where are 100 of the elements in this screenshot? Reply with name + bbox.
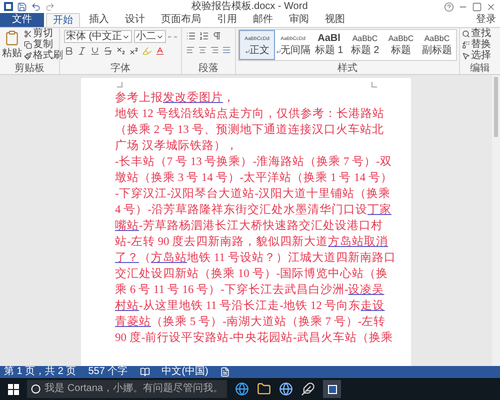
copy-icon — [24, 40, 32, 48]
proofing-icon[interactable] — [140, 367, 150, 377]
ribbon-tab[interactable]: 视图 — [318, 13, 352, 27]
globe-icon[interactable] — [279, 382, 293, 396]
bold-icon[interactable] — [64, 46, 74, 56]
strikethrough-icon[interactable] — [103, 46, 113, 56]
page-count[interactable]: 第 1 页，共 2 页 — [4, 367, 76, 377]
search-icon — [462, 30, 470, 38]
macro-icon[interactable] — [220, 367, 230, 377]
folder-icon[interactable] — [257, 382, 271, 396]
align-right-icon[interactable] — [210, 45, 219, 55]
link[interactable]: 走设 — [360, 300, 385, 312]
clipboard-button[interactable]: 复制 — [24, 39, 63, 50]
group-label: 段落 — [198, 64, 218, 74]
document-line: -长丰站（7 号 13 号换乘）-淮海路站（换乘 7 号）-双 — [115, 154, 392, 170]
window-title: 校验报告模板.docx - Word — [191, 2, 308, 12]
maximize-icon[interactable] — [472, 2, 482, 12]
superscript-icon[interactable] — [129, 46, 139, 56]
language-indicator[interactable]: 中文(中国) — [162, 367, 208, 377]
document-line: 站-左转 90 度去四新南路，貌似四新大道方岛站取消 — [115, 234, 388, 250]
align-center-icon[interactable] — [198, 45, 207, 55]
paste-button[interactable]: 粘贴 — [2, 28, 22, 61]
subscript-icon[interactable] — [116, 46, 126, 56]
cursor-icon — [462, 52, 470, 60]
underline-icon[interactable] — [90, 46, 100, 56]
sign-in-link[interactable]: 登录 — [476, 15, 500, 25]
document-line: 交汇处设四新站（换乘 10 号）-国际博览中心站（换 — [115, 266, 388, 282]
ribbon-tab[interactable]: 插入 — [82, 13, 116, 27]
justify-icon[interactable] — [222, 45, 231, 55]
paragraph-mark-icon — [276, 48, 280, 54]
document-line: （换乘 2 号 13 号、预测地下通道连接汉口火车站北 — [115, 122, 384, 138]
replace-icon — [462, 40, 470, 48]
ribbon-tab[interactable]: 邮件 — [246, 13, 280, 27]
align-left-icon[interactable] — [186, 45, 195, 55]
editing-button[interactable]: 查找 — [462, 28, 498, 39]
file-tab[interactable]: 文件 — [0, 13, 44, 27]
paragraph-mark-icon — [244, 48, 250, 54]
italic-icon[interactable] — [77, 46, 87, 56]
close-icon[interactable] — [486, 2, 496, 12]
ribbon-tab[interactable]: 引用 — [210, 13, 244, 27]
link[interactable]: 了？ — [115, 252, 139, 264]
word-taskbar-icon[interactable] — [323, 380, 341, 398]
crop-mark-icon — [371, 82, 377, 88]
link[interactable]: 方岛站 — [151, 252, 187, 264]
editing-button[interactable]: 替换 — [462, 39, 498, 50]
paintbrush-icon — [24, 52, 32, 60]
numbered-list-icon[interactable] — [199, 31, 209, 41]
document-line: 村站-从这里地铁 11 号沿长江走-地铁 12 号向东走设 — [115, 298, 385, 314]
link[interactable]: 方岛站取消 — [328, 236, 388, 248]
document-line: 参考上报发改委图片， — [115, 90, 235, 106]
ribbon-tab[interactable]: 审阅 — [282, 13, 316, 27]
document-line: 乘 6 号 11 号 16 号）-下穿长江去武昌白沙洲-设凌吴 — [115, 282, 384, 298]
document-line: 90 度-前行设平安路站-中央花园站-武昌火车站（换乘 — [115, 330, 393, 346]
font-name-field[interactable]: 宋体 (中文正 — [64, 30, 132, 43]
ribbon-tab[interactable]: 页面布局 — [154, 13, 208, 27]
pilcrow-icon[interactable] — [212, 31, 222, 41]
document-line: 广场 汉孝城际铁路）， — [115, 138, 238, 154]
font-color-icon[interactable] — [155, 46, 165, 56]
save-icon[interactable] — [17, 2, 27, 12]
document-line: -下穿汉江-汉阳琴台大道站-汉阳大道十里铺站（换乘 — [115, 186, 390, 202]
feather-icon[interactable] — [301, 382, 315, 396]
redo-icon[interactable] — [45, 2, 55, 12]
scissors-icon — [24, 30, 32, 38]
group-label: 剪贴板 — [14, 64, 44, 74]
link[interactable]: 发改委图片 — [163, 92, 223, 104]
link[interactable]: 村站 — [115, 300, 139, 312]
ribbon-tab[interactable]: 开始 — [46, 13, 80, 27]
cortana-search-field[interactable]: 我是 Cortana，小娜。有问题尽管问我。 — [27, 380, 227, 398]
ribbon-tab[interactable]: 设计 — [118, 13, 152, 27]
link[interactable]: 青菱站 — [115, 316, 151, 328]
style-item[interactable]: AaBbC 副标题 — [419, 30, 455, 60]
clipboard-button[interactable]: 剪切 — [24, 28, 63, 39]
style-item[interactable]: AaBl 标题 1 — [311, 30, 347, 60]
help-icon[interactable] — [444, 2, 454, 12]
undo-icon[interactable] — [31, 2, 41, 12]
link[interactable]: 嘴站 — [115, 220, 139, 232]
crop-mark-icon — [117, 82, 123, 88]
font-size-field[interactable]: 小二 — [134, 30, 166, 43]
document-line: 地铁 12 号线沿线站点走方向，仅供参考：长港路站 — [115, 106, 384, 122]
group-label: 编辑 — [470, 64, 490, 74]
scrollbar[interactable] — [492, 75, 500, 366]
clipboard-button[interactable]: 格式刷 — [24, 50, 63, 61]
link[interactable]: 丁家 — [367, 204, 392, 216]
style-item[interactable]: AaBbC 标题 — [383, 30, 419, 60]
group-label: 字体 — [110, 64, 130, 74]
bullet-list-icon[interactable] — [186, 31, 196, 41]
group-label: 样式 — [338, 64, 358, 74]
document-line: 4 号）-沿芳草路隆祥东街交汇处水墨清华门口设丁家 — [115, 202, 392, 218]
clipboard-icon — [4, 30, 20, 46]
cortana-circle-icon — [31, 384, 41, 394]
document-line: 墩站（换乘 3 号 14 号）-太平洋站（换乘 1 号 14 号） — [115, 170, 392, 186]
document-line: 嘴站-芳草路杨泗港长江大桥快速路交汇处设港口村 — [115, 218, 383, 234]
link[interactable]: 设凌吴 — [348, 284, 384, 296]
word-count[interactable]: 557 个字 — [88, 367, 128, 377]
style-item[interactable]: AaBbC 标题 2 — [347, 30, 383, 60]
word-logo-icon[interactable] — [4, 2, 13, 11]
document-line: 了？（方岛站地铁 11 号设站？）江城大道四新南路口 — [115, 250, 396, 266]
document-line: 青菱站（换乘 5 号）-南湖大道站（换乘 7 号）-左转 — [115, 314, 386, 330]
editing-button[interactable]: 选择 — [462, 50, 498, 61]
windows-logo-icon[interactable] — [8, 384, 19, 394]
